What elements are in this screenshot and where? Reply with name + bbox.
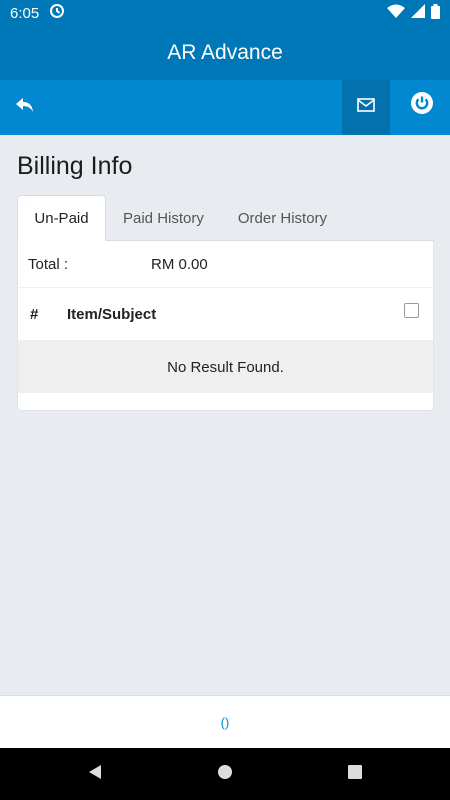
column-number-header: # — [30, 306, 39, 323]
mail-button[interactable] — [342, 80, 390, 135]
app-bar: AR Advance — [0, 26, 450, 80]
tab-paid-history[interactable]: Paid History — [106, 195, 221, 241]
total-row: Total : RM 0.00 — [18, 241, 433, 288]
footer: () — [0, 695, 450, 748]
mail-icon — [357, 98, 375, 117]
nav-home-button[interactable] — [215, 764, 235, 784]
power-button[interactable] — [398, 80, 446, 130]
reply-icon — [15, 97, 35, 118]
back-button[interactable] — [6, 88, 44, 126]
footer-text[interactable]: () — [221, 715, 230, 730]
circle-home-icon — [217, 764, 233, 785]
navigation-bar — [0, 748, 450, 800]
status-bar: 6:05 — [0, 0, 450, 26]
power-icon — [410, 91, 434, 120]
square-recents-icon — [347, 764, 363, 785]
column-item-header: Item/Subject — [67, 306, 157, 323]
total-label: Total : — [28, 256, 69, 273]
triangle-back-icon — [87, 764, 103, 785]
wifi-icon — [387, 4, 405, 22]
signal-icon — [411, 4, 425, 22]
battery-icon — [431, 3, 440, 23]
app-title: AR Advance — [167, 41, 283, 64]
tab-order-history[interactable]: Order History — [221, 195, 344, 241]
sync-icon — [49, 3, 65, 23]
nav-back-button[interactable] — [85, 764, 105, 784]
toolbar — [0, 80, 450, 135]
billing-tabs: Un-Paid Paid History Order History — [17, 195, 434, 241]
select-all-checkbox[interactable] — [404, 303, 419, 318]
page-title: Billing Info — [17, 152, 133, 180]
empty-message: No Result Found. — [18, 341, 433, 393]
total-value: RM 0.00 — [151, 256, 208, 273]
table-header: # Item/Subject — [18, 289, 433, 341]
billing-card: Total : RM 0.00 # Item/Subject No Result… — [17, 241, 434, 411]
tab-un-paid[interactable]: Un-Paid — [17, 195, 106, 241]
nav-recents-button[interactable] — [345, 764, 365, 784]
status-time: 6:05 — [10, 4, 40, 22]
